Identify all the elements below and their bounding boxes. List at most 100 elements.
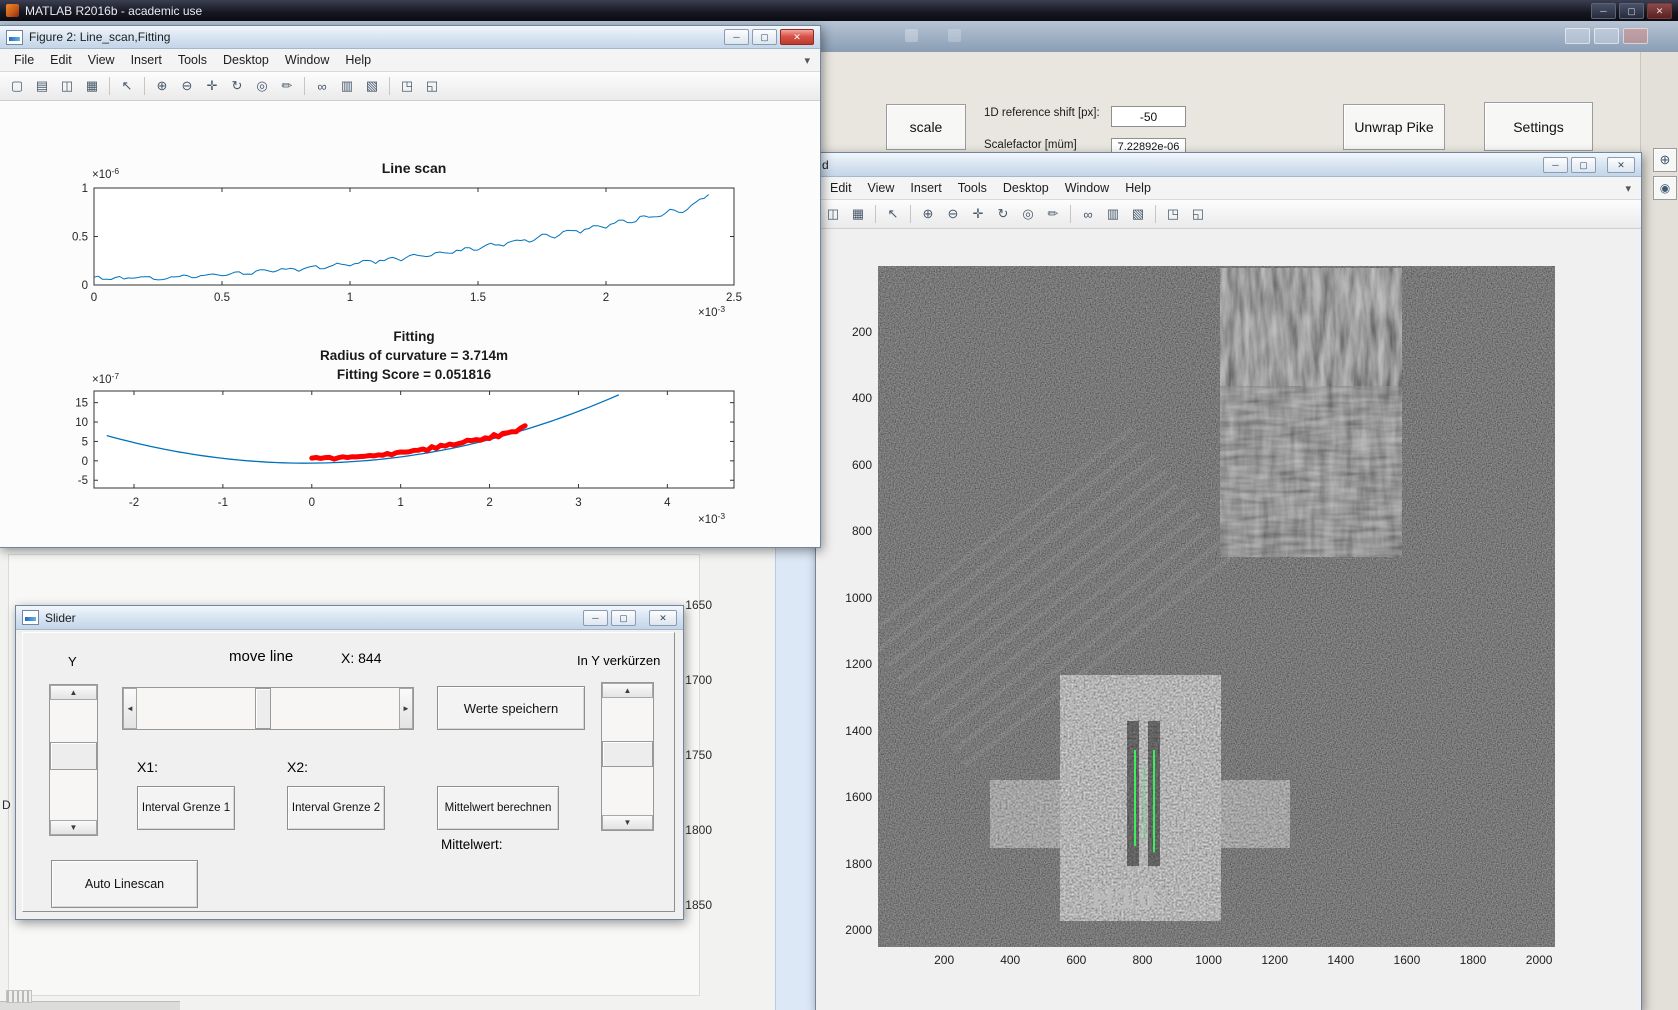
menu-overflow-icon[interactable]: ▾ — [804, 54, 814, 67]
y-slider-left[interactable]: ▲ ▼ — [49, 684, 98, 836]
fitting-chart[interactable]: -2 -1 0 1 2 3 4 -5 0 5 10 15 Fitting Radius of curvat… — [0, 321, 790, 542]
show-plot-tools-icon[interactable]: ◱ — [1186, 202, 1210, 226]
line-scan-chart[interactable]: 0 0.5 1 1.5 2 2.5 0 0.5 1 Line scan ×10-6 ×10-3 — [0, 146, 790, 321]
close-button[interactable]: ✕ — [1607, 156, 1635, 173]
minimize-button[interactable]: ─ — [1543, 156, 1568, 173]
slider-thumb[interactable] — [50, 741, 97, 770]
auto-linescan-button[interactable]: Auto Linescan — [51, 860, 198, 908]
menu-edit[interactable]: Edit — [822, 179, 860, 197]
unwrap-pike-button[interactable]: Unwrap Pike — [1343, 104, 1445, 150]
axis-exponent-label: ×10-7 — [92, 371, 119, 386]
minimize-button[interactable]: ─ — [724, 29, 749, 45]
maximize-button[interactable]: ▢ — [1571, 156, 1596, 173]
slider-down-icon[interactable]: ▼ — [50, 820, 97, 835]
scale-button[interactable]: scale — [886, 104, 966, 150]
menu-help[interactable]: Help — [1117, 179, 1159, 197]
maximize-button[interactable] — [1594, 28, 1619, 44]
data-cursor-icon[interactable]: ◎ — [1016, 202, 1040, 226]
slider-track[interactable] — [50, 769, 97, 820]
slider-thumb[interactable] — [602, 741, 653, 768]
slider-thumb[interactable] — [255, 688, 271, 729]
link-plot-icon[interactable]: ∞ — [310, 74, 334, 98]
zoom-out-icon[interactable]: ⊖ — [941, 202, 965, 226]
menu-view[interactable]: View — [80, 51, 123, 69]
close-button[interactable]: ✕ — [649, 609, 677, 626]
figure-right-titlebar[interactable]: d ─ ▢ ✕ — [816, 153, 1641, 177]
zoom-tool-icon[interactable]: ⊕ — [1653, 148, 1677, 172]
menu-overflow-icon[interactable]: ▾ — [1625, 182, 1635, 195]
minimize-button[interactable]: ─ — [1591, 2, 1616, 19]
insert-colorbar-icon[interactable]: ▥ — [1101, 202, 1125, 226]
zoom-in-icon[interactable]: ⊕ — [150, 74, 174, 98]
slider-up-icon[interactable]: ▲ — [50, 685, 97, 700]
link-plot-icon[interactable]: ∞ — [1076, 202, 1100, 226]
menu-tools[interactable]: Tools — [950, 179, 995, 197]
maximize-button[interactable]: ▢ — [1619, 2, 1644, 19]
menu-desktop[interactable]: Desktop — [215, 51, 277, 69]
menu-help[interactable]: Help — [337, 51, 379, 69]
print-figure-icon[interactable]: ▦ — [846, 202, 870, 226]
settings-button[interactable]: Settings — [1484, 102, 1593, 151]
menu-window[interactable]: Window — [277, 51, 337, 69]
insert-legend-icon[interactable]: ▧ — [360, 74, 384, 98]
menu-file[interactable]: File — [6, 51, 42, 69]
insert-colorbar-icon[interactable]: ▥ — [335, 74, 359, 98]
slider-up-icon[interactable]: ▲ — [602, 683, 653, 698]
edit-plot-icon[interactable]: ↖ — [881, 202, 905, 226]
calculate-mean-button[interactable]: Mittelwert berechnen — [437, 786, 559, 830]
menu-edit[interactable]: Edit — [42, 51, 80, 69]
slider-left-icon[interactable]: ◄ — [123, 688, 137, 729]
slider-track[interactable] — [50, 700, 97, 742]
slider-titlebar[interactable]: Slider ─ ▢ ✕ — [16, 606, 683, 630]
show-plot-tools-icon[interactable]: ◱ — [420, 74, 444, 98]
menu-insert[interactable]: Insert — [902, 179, 949, 197]
maximize-button[interactable]: ▢ — [752, 29, 777, 45]
maximize-button[interactable]: ▢ — [611, 609, 636, 626]
figure2-titlebar[interactable]: Figure 2: Line_scan,Fitting ─ ▢ ✕ — [0, 26, 820, 49]
pan-icon[interactable]: ✛ — [966, 202, 990, 226]
hide-plot-tools-icon[interactable]: ◳ — [1161, 202, 1185, 226]
ref-shift-input[interactable] — [1111, 106, 1186, 127]
hide-plot-tools-icon[interactable]: ◳ — [395, 74, 419, 98]
slider-track[interactable] — [602, 698, 653, 742]
slider-down-icon[interactable]: ▼ — [602, 815, 653, 830]
save-figure-icon[interactable]: ◫ — [821, 202, 845, 226]
minimize-button[interactable]: ─ — [583, 609, 608, 626]
data-cursor-icon[interactable]: ◎ — [250, 74, 274, 98]
open-file-icon[interactable]: ▤ — [30, 74, 54, 98]
close-button[interactable]: ✕ — [1647, 2, 1672, 19]
interval-limit-1-button[interactable]: Interval Grenze 1 — [137, 786, 235, 830]
new-figure-icon[interactable]: ▢ — [5, 74, 29, 98]
slider-track[interactable] — [602, 767, 653, 815]
save-values-button[interactable]: Werte speichern — [437, 686, 585, 730]
brush-data-icon[interactable]: ✏ — [1041, 202, 1065, 226]
close-button[interactable]: ✕ — [780, 29, 814, 45]
print-figure-icon[interactable]: ▦ — [80, 74, 104, 98]
insert-legend-icon[interactable]: ▧ — [1126, 202, 1150, 226]
interval-limit-2-button[interactable]: Interval Grenze 2 — [287, 786, 385, 830]
phase-image[interactable]: H10 — [878, 266, 1555, 947]
slider-track[interactable] — [271, 688, 399, 729]
y-axis-tick-label: 1400 — [845, 723, 872, 738]
menu-view[interactable]: View — [860, 179, 903, 197]
zoom-out-icon[interactable]: ⊖ — [175, 74, 199, 98]
x-position-slider[interactable]: ◄ ► — [122, 687, 414, 730]
minimize-button[interactable] — [1565, 28, 1590, 44]
slider-right-icon[interactable]: ► — [399, 688, 413, 729]
slider-track[interactable] — [137, 688, 255, 729]
menu-desktop[interactable]: Desktop — [995, 179, 1057, 197]
rotate-3d-icon[interactable]: ↻ — [225, 74, 249, 98]
brush-data-icon[interactable]: ✏ — [275, 74, 299, 98]
panel-grip[interactable] — [6, 990, 32, 1003]
pan-icon[interactable]: ✛ — [200, 74, 224, 98]
close-button[interactable] — [1623, 28, 1648, 44]
zoom-in-icon[interactable]: ⊕ — [916, 202, 940, 226]
menu-window[interactable]: Window — [1057, 179, 1117, 197]
y-slider-right[interactable]: ▲ ▼ — [601, 682, 654, 831]
menu-insert[interactable]: Insert — [123, 51, 170, 69]
save-figure-icon[interactable]: ◫ — [55, 74, 79, 98]
rotate-3d-icon[interactable]: ↻ — [991, 202, 1015, 226]
edit-plot-icon[interactable]: ↖ — [115, 74, 139, 98]
menu-tools[interactable]: Tools — [170, 51, 215, 69]
snapshot-tool-icon[interactable]: ◉ — [1653, 176, 1677, 200]
